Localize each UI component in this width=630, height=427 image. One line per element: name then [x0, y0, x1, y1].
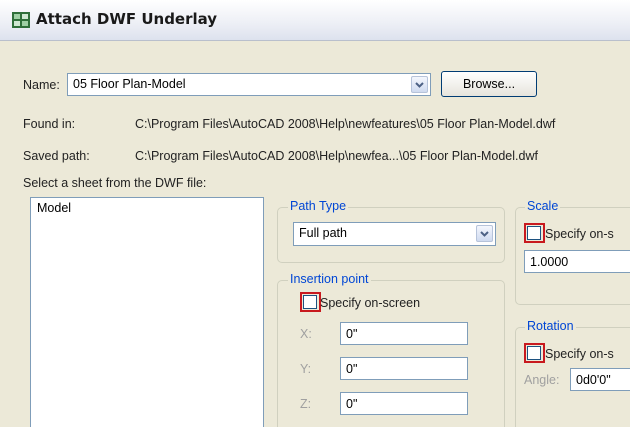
- scale-input[interactable]: 1.0000: [524, 250, 630, 273]
- z-value: 0": [346, 397, 358, 411]
- browse-button[interactable]: Browse...: [441, 71, 537, 97]
- scale-value: 1.0000: [530, 255, 569, 269]
- name-dropdown[interactable]: 05 Floor Plan-Model: [67, 73, 431, 96]
- dialog-title: Attach DWF Underlay: [36, 10, 218, 28]
- y-label: Y:: [300, 362, 312, 376]
- attach-dwf-dialog: Attach DWF Underlay Name: 05 Floor Plan-…: [0, 0, 630, 427]
- found-in-label: Found in:: [23, 117, 76, 131]
- saved-path-value: C:\Program Files\AutoCAD 2008\Help\newfe…: [135, 149, 538, 163]
- x-value: 0": [346, 327, 358, 341]
- z-label: Z:: [300, 397, 312, 411]
- sheet-item-model[interactable]: Model: [37, 201, 71, 215]
- insertion-specify-checkbox[interactable]: [303, 295, 317, 309]
- title-bar: Attach DWF Underlay: [0, 0, 630, 41]
- sheet-list[interactable]: Model: [30, 197, 264, 427]
- scale-specify-checkbox[interactable]: [527, 226, 541, 240]
- angle-input[interactable]: 0d0'0": [570, 368, 630, 391]
- name-label: Name:: [23, 78, 60, 92]
- insertion-specify-label: Specify on-screen: [320, 296, 421, 310]
- y-input[interactable]: 0": [340, 357, 468, 380]
- found-in-value: C:\Program Files\AutoCAD 2008\Help\newfe…: [135, 117, 556, 131]
- chevron-down-icon[interactable]: [476, 225, 493, 242]
- scale-legend: Scale: [525, 199, 561, 213]
- dwf-underlay-icon: [12, 12, 30, 28]
- scale-specify-label: Specify on-s: [545, 227, 614, 241]
- path-type-dropdown[interactable]: Full path: [293, 222, 496, 246]
- angle-label: Angle:: [524, 373, 560, 387]
- rotation-legend: Rotation: [525, 319, 576, 333]
- insertion-point-legend: Insertion point: [288, 272, 371, 286]
- z-input[interactable]: 0": [340, 392, 468, 415]
- saved-path-label: Saved path:: [23, 149, 90, 163]
- x-label: X:: [300, 327, 312, 341]
- rotation-specify-label: Specify on-s: [545, 347, 614, 361]
- chevron-down-icon[interactable]: [411, 76, 428, 93]
- x-input[interactable]: 0": [340, 322, 468, 345]
- name-value: 05 Floor Plan-Model: [73, 77, 186, 91]
- path-type-legend: Path Type: [288, 199, 349, 213]
- path-type-value: Full path: [299, 226, 347, 240]
- rotation-specify-checkbox[interactable]: [527, 346, 541, 360]
- sheet-prompt: Select a sheet from the DWF file:: [23, 176, 207, 190]
- angle-value: 0d0'0": [576, 373, 611, 387]
- y-value: 0": [346, 362, 358, 376]
